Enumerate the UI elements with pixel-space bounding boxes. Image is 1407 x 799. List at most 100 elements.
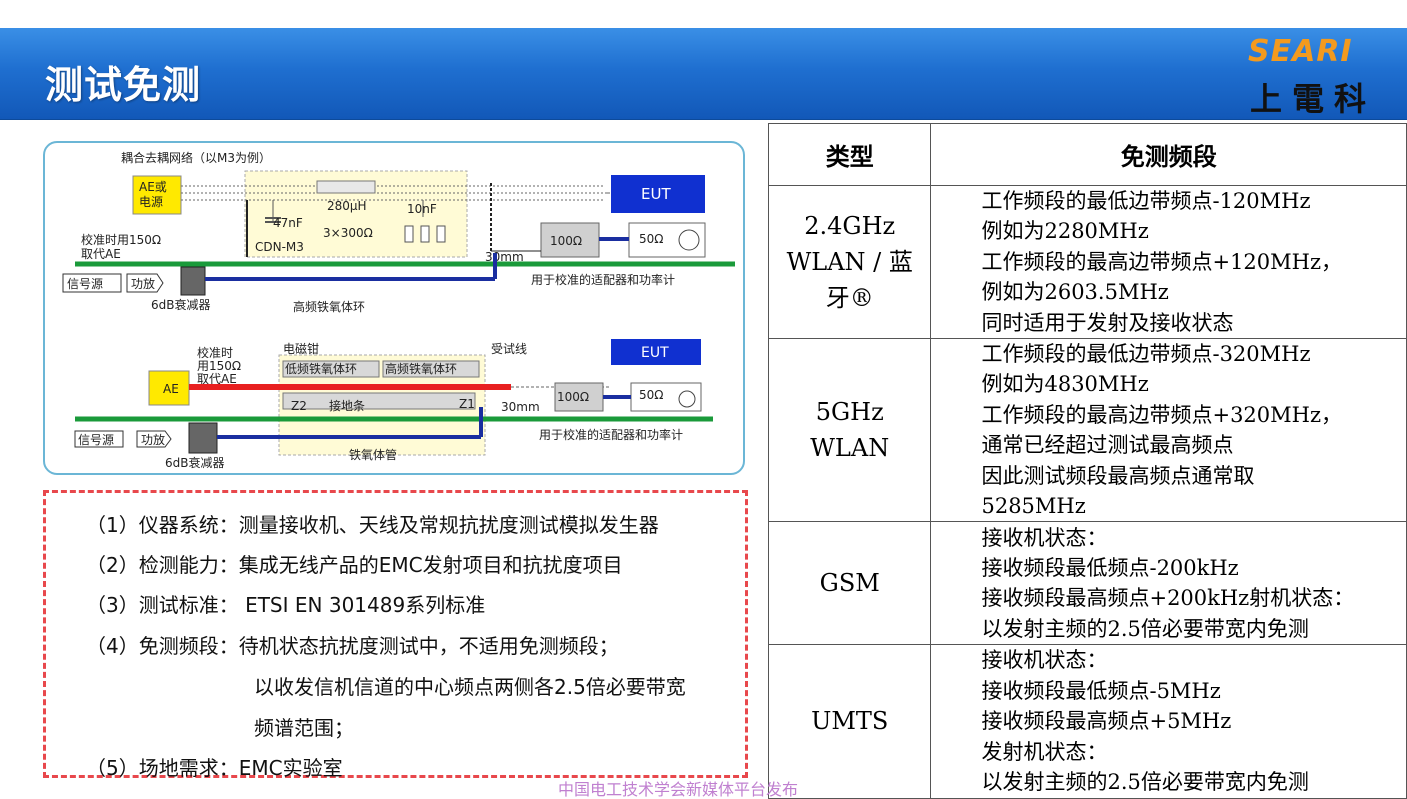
res-1: [404, 225, 414, 243]
r50-label-bottom: 50Ω: [639, 388, 663, 402]
res-2: [420, 225, 430, 243]
desc-line-1: （1）仪器系统：测量接收机、天线及常规抗扰度测试模拟发生器: [86, 513, 659, 537]
type-text: UMTS: [811, 707, 889, 736]
type-cell: 5GHz WLAN: [767, 338, 932, 523]
amp-label-bottom: 功放: [141, 432, 165, 447]
attenuator-bottom: [188, 422, 218, 454]
cap2-label: 10nF: [407, 202, 437, 216]
band-cell: 接收机状态： 接收频段最低频点-200kHz 接收频段最高频点+200kHz射机…: [930, 521, 1407, 646]
seari-logo: SEARI 上電科: [1238, 34, 1378, 118]
r100-label-top: 100Ω: [550, 234, 582, 248]
calib-label-2: 取代AE: [81, 247, 121, 261]
cap1-label: 47nF: [273, 216, 303, 230]
eut-label-bottom: EUT: [641, 345, 669, 361]
adapter-label-bottom: 用于校准的适配器和功率计: [539, 427, 683, 442]
calib-label-b1: 校准时: [197, 345, 233, 360]
calib-label: 校准时用150Ω: [81, 232, 161, 247]
desc-line-6: 频谱范围；: [254, 716, 354, 740]
inductor-label: 280μH: [327, 199, 367, 213]
table-row: 5GHz WLAN 工作频段的最低边带频点-320MHz 例如为4830MHz …: [767, 338, 1407, 523]
r50-label-top: 50Ω: [639, 232, 663, 246]
ae-source-label-2: 电源: [139, 195, 163, 209]
cdn-label: CDN-M3: [255, 240, 304, 254]
band-text: 同时适用于发射及接收状态: [981, 310, 1234, 335]
ae-label-bottom: AE: [163, 382, 179, 396]
signal-label-top: 信号源: [67, 277, 103, 291]
band-text: 例如为2603.5MHz: [981, 280, 1169, 305]
band-text: 发射机状态：: [981, 739, 1108, 764]
inductor: [316, 180, 376, 194]
power-meter-top: [678, 229, 700, 251]
type-text: GSM: [819, 569, 880, 598]
band-text: 例如为4830MHz: [981, 372, 1149, 397]
band-text: 以发射主频的2.5倍必要带宽内免测: [981, 770, 1309, 795]
band-text: 工作频段的最高边带频点+120MHz，: [981, 249, 1343, 274]
logo-english: SEARI: [1248, 34, 1353, 69]
type-cell: 2.4GHz WLAN / 蓝 牙®: [767, 184, 932, 340]
z1-label: Z1: [459, 397, 475, 411]
desc-line-4: （4）免测频段：待机状态抗扰度测试中，不适用免测频段；: [86, 634, 619, 658]
type-text: 牙®: [825, 284, 874, 313]
diagram-drawing: 耦合去耦网络（以M3为例） AE或 电源 280μH 47nF 10nF 3×3…: [62, 150, 735, 470]
low-ferrite-label: 低频铁氧体环: [285, 362, 357, 376]
dist-label-top: 30mm: [485, 250, 524, 264]
type-text: 5GHz: [815, 398, 884, 427]
table-row: GSM 接收机状态： 接收频段最低频点-200kHz 接收频段最高频点+200k…: [767, 521, 1407, 646]
z2-label: Z2: [291, 399, 307, 413]
atten-label-bottom: 6dB衰减器: [165, 455, 225, 470]
adapter-label-top: 用于校准的适配器和功率计: [531, 272, 675, 287]
table-header-row: 类型 免测频段: [767, 123, 1407, 186]
band-text: 接收机状态：: [981, 525, 1108, 550]
signal-label-bottom: 信号源: [78, 433, 114, 447]
type-cell: GSM: [767, 521, 932, 646]
type-text: WLAN: [810, 434, 890, 463]
test-line-label: 受试线: [491, 341, 527, 356]
clamp-label: 电磁钳: [283, 341, 319, 356]
table-row: UMTS 接收机状态： 接收频段最低频点-5MHz 接收频段最高频点+5MHz …: [767, 644, 1407, 799]
desc-line-7: （5）场地需求：EMC实验室: [86, 756, 343, 780]
calib-label-b2: 用150Ω: [197, 359, 241, 373]
dist-label-bottom: 30mm: [501, 400, 540, 414]
cdn-title: 耦合去耦网络（以M3为例）: [121, 150, 271, 165]
footer-credit: 中国电工技术学会新媒体平台发布: [558, 780, 799, 799]
band-cell: 工作频段的最低边带频点-320MHz 例如为4830MHz 工作频段的最高边带频…: [930, 338, 1407, 523]
ae-source-label-1: AE或: [139, 180, 167, 194]
test-setup-diagram: 耦合去耦网络（以M3为例） AE或 电源 280μH 47nF 10nF 3×3…: [43, 141, 745, 475]
type-text: 2.4GHz: [804, 212, 896, 241]
band-text: 因此测试频段最高频点通常取: [981, 463, 1255, 488]
lower-ferrite: [282, 392, 476, 410]
atten-label-top: 6dB衰减器: [151, 297, 211, 312]
band-text: 以发射主频的2.5倍必要带宽内免测: [981, 616, 1309, 641]
band-text: 工作频段的最低边带频点-120MHz: [981, 189, 1311, 213]
band-text: 工作频段的最高边带频点+320MHz，: [981, 402, 1343, 427]
band-text: 接收机状态：: [981, 648, 1108, 673]
logo-chinese: 上電科: [1250, 80, 1377, 118]
band-text: 例如为2280MHz: [981, 219, 1149, 244]
attenuator-top: [180, 266, 206, 296]
calib-label-b3: 取代AE: [197, 372, 237, 386]
exempt-band-table: 类型 免测频段 2.4GHz WLAN / 蓝 牙® 工作频段的最低边带频点-1…: [767, 123, 1407, 799]
ferrite-label-top: 高频铁氧体环: [293, 299, 365, 314]
power-meter-bottom: [678, 390, 696, 408]
type-text: WLAN / 蓝: [786, 248, 913, 277]
band-text: 接收频段最低频点-200kHz: [981, 556, 1239, 581]
band-cell: 接收机状态： 接收频段最低频点-5MHz 接收频段最高频点+5MHz 发射机状态…: [930, 644, 1407, 799]
res-3: [436, 225, 446, 243]
page-title: 测试免测: [45, 63, 202, 107]
ferrite-tube-label: 铁氧体管: [349, 447, 397, 462]
ground-bar-label: 接地条: [329, 398, 365, 413]
desc-line-5: 以收发信机信道的中心频点两侧各2.5倍必要带宽: [254, 675, 686, 699]
r100-label-bottom: 100Ω: [557, 390, 589, 404]
desc-line-3: （3）测试标准： ETSI EN 301489系列标准: [86, 593, 486, 617]
resistor-label: 3×300Ω: [323, 226, 373, 240]
high-ferrite-label: 高频铁氧体环: [385, 361, 457, 376]
band-text: 工作频段的最低边带频点-320MHz: [981, 342, 1311, 367]
table-row: 2.4GHz WLAN / 蓝 牙® 工作频段的最低边带频点-120MHz 例如…: [767, 184, 1407, 340]
band-text: 接收频段最低频点-5MHz: [981, 678, 1221, 703]
header-band: 免测频段: [930, 123, 1407, 186]
header-type: 类型: [767, 123, 932, 186]
band-text: 通常已经超过测试最高频点: [981, 433, 1234, 458]
amp-label-top: 功放: [131, 276, 155, 291]
desc-line-2: （2）检测能力：集成无线产品的EMC发射项目和抗扰度项目: [86, 553, 623, 577]
eut-label-top: EUT: [641, 185, 671, 203]
